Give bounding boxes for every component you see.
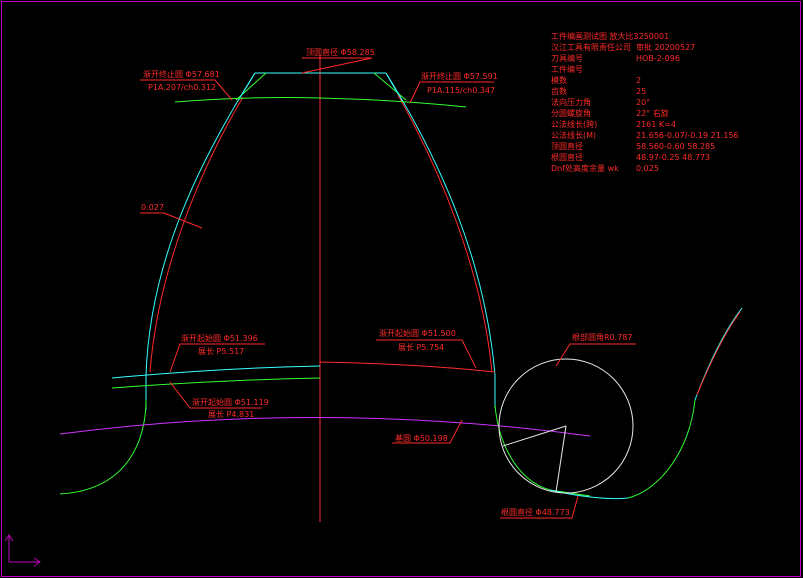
finish-circle-arc-right xyxy=(319,97,467,108)
info-label: 工件编号 xyxy=(551,64,583,74)
info-label: 顶圆直径 xyxy=(551,141,583,151)
start-circle-green xyxy=(111,377,321,389)
label-right-start-length: 展长 P5.754 xyxy=(398,342,444,352)
label-lower-start-length: 展长 P4.831 xyxy=(208,409,254,419)
next-tooth-flank-cyan xyxy=(694,307,743,401)
pitch-circle-magenta xyxy=(59,417,591,437)
label-right-finish-circle: 渐开终止圆 Φ57.591 xyxy=(421,71,498,81)
label-left-start-circle: 渐开起始圆 Φ51.396 xyxy=(181,333,258,343)
finish-circle-arc-left xyxy=(174,97,321,103)
label-right-finish-param: P1A.115/ch0.347 xyxy=(427,86,495,95)
info-value: 22° 右旋 xyxy=(636,108,669,118)
fillet-radius-line-2 xyxy=(555,425,567,493)
info-table: 工件编画测试图 放大比3250001汉江工具有限责任公司 审批 20200527 刀… xyxy=(551,31,739,173)
label-lower-start-circle: 渐开起始圆 Φ51.119 xyxy=(192,397,269,407)
left-flank-cyan xyxy=(145,72,256,410)
info-label: 工件编画测试图 放大比3250001 xyxy=(551,31,669,41)
label-left-start-length: 展长 P5.517 xyxy=(198,346,244,356)
info-label: 刀具编号 xyxy=(551,53,583,63)
tip-chamfer-right xyxy=(373,72,407,101)
right-root-fillet xyxy=(494,404,591,497)
info-label: 根圆直径 xyxy=(551,152,583,162)
label-root-radius: 根部圆角R0.787 xyxy=(572,332,632,342)
info-label: Dnf处高度余量 wk xyxy=(551,163,619,173)
info-label: 分圆螺旋角 xyxy=(551,108,591,118)
label-left-finish-param: P1A.207/ch0.312 xyxy=(148,83,216,92)
leader-root-radius xyxy=(555,343,636,367)
info-value: 2161 K=4 xyxy=(636,120,676,129)
info-value: 58.560-0.60 58.285 xyxy=(636,142,715,151)
left-flank-red xyxy=(149,96,244,373)
label-right-start-circle: 渐开起始圆 Φ51.500 xyxy=(379,328,456,338)
info-label: 汉江工具有限责任公司 xyxy=(551,42,631,52)
info-value: 21.656-0.07/-0.19 21.156 xyxy=(636,131,739,140)
info-value: 2 xyxy=(636,76,641,85)
gear-tooth-profile-drawing: 顶圆直径 Φ58.285 渐开终止圆 Φ57.681 P1A.207/ch0.3… xyxy=(1,1,801,577)
label-tip-diameter: 顶圆直径 Φ58.285 xyxy=(306,47,375,57)
info-label: 模数 xyxy=(551,75,567,85)
info-label: 公法线长(跨) xyxy=(551,119,597,129)
drawing-frame xyxy=(1,1,801,577)
ucs-axis-icon xyxy=(4,534,41,567)
info-label: 齿数 xyxy=(551,86,567,96)
label-root-diameter: 根圆直径 Φ48.773 xyxy=(501,507,570,517)
next-tooth-flank-green xyxy=(627,399,696,499)
right-flank-cyan xyxy=(385,72,496,408)
info-label: 公法线长(M) xyxy=(551,130,596,140)
info-value: 25 xyxy=(636,87,646,96)
leader-tip-diameter xyxy=(301,57,373,74)
label-left-finish-circle: 渐开终止圆 Φ57.681 xyxy=(143,69,220,79)
info-label: 法向压力角 xyxy=(551,97,591,107)
info-value: 20° xyxy=(636,98,650,107)
info-value: 审批 20200527 xyxy=(636,42,695,52)
left-root-fillet xyxy=(59,399,147,495)
start-circle-red-right xyxy=(319,361,496,373)
info-value: 0.025 xyxy=(636,164,659,173)
info-value: HOB-2-096 xyxy=(636,54,680,63)
next-tooth-flank-red xyxy=(696,311,741,396)
info-value: 48.97-0.25 48.773 xyxy=(636,153,710,162)
start-circle-cyan xyxy=(111,365,321,379)
leader-tolerance xyxy=(140,212,203,229)
label-pitch-circle: 基圆 Φ50.198 xyxy=(395,433,448,443)
label-tolerance: 0.027 xyxy=(141,203,164,212)
